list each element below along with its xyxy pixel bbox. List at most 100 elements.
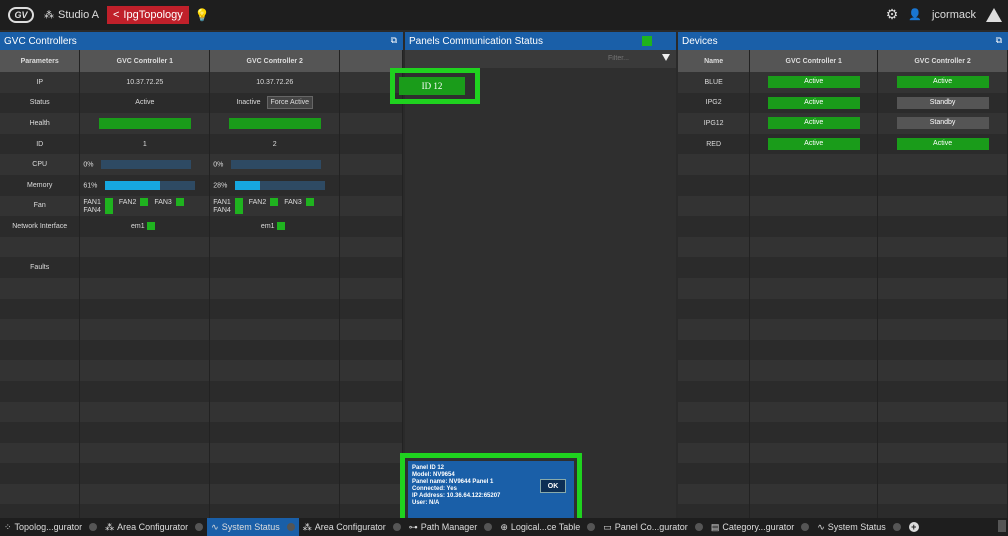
devices-panel: Devices ⧉ Name GVC Controller 1 GVC Cont… bbox=[678, 32, 1008, 526]
panels-comm-panel: Panels Communication Status ID 12 Panel … bbox=[390, 32, 676, 527]
fan-status-indicator bbox=[175, 197, 184, 206]
close-icon[interactable] bbox=[892, 523, 901, 531]
table-row bbox=[0, 483, 403, 505]
table-row bbox=[678, 277, 1008, 299]
fan-label: FAN4 bbox=[83, 206, 101, 214]
fan-status-indicator bbox=[270, 197, 279, 206]
table-row bbox=[678, 236, 1008, 258]
memory-value-controller-2: 28% bbox=[213, 182, 228, 190]
tab-category-configurator[interactable]: ▤ Category...gurator bbox=[707, 518, 813, 536]
popup-line: Panel ID 12 bbox=[412, 465, 445, 471]
ok-button[interactable]: OK bbox=[540, 479, 566, 493]
table-row bbox=[678, 422, 1008, 443]
user-icon: 👤 bbox=[908, 9, 922, 21]
fan-label: FAN1 bbox=[83, 198, 101, 206]
pulse-icon: ∿ bbox=[211, 521, 219, 532]
studio-selector[interactable]: ⁂ Studio A bbox=[44, 9, 99, 21]
close-icon[interactable] bbox=[801, 523, 810, 531]
device-name: BLUE bbox=[678, 72, 751, 93]
table-row bbox=[678, 339, 1008, 361]
status-badge: Active bbox=[896, 76, 989, 89]
status-badge: Active bbox=[767, 138, 860, 151]
tab-area-configurator[interactable]: ⁂ Area Configurator bbox=[101, 518, 207, 536]
popup-line: IP Address: 10.36.64.122:65207 bbox=[412, 493, 501, 499]
table-row bbox=[678, 360, 1008, 381]
table-row: IP 10.37.72.25 10.37.72.26 bbox=[0, 72, 403, 93]
devices-header: Devices ⧉ bbox=[678, 32, 1008, 50]
logical-icon: ⊕ bbox=[500, 521, 508, 532]
cpu-value-controller-2: 0% bbox=[213, 161, 224, 169]
studio-label: Studio A bbox=[58, 9, 99, 21]
close-icon[interactable] bbox=[195, 523, 204, 531]
lightbulb-icon[interactable]: 💡 bbox=[195, 8, 210, 22]
status-badge: Active bbox=[767, 76, 860, 89]
undock-icon[interactable]: ⧉ bbox=[391, 35, 397, 46]
tab-scroll-button[interactable] bbox=[998, 520, 1006, 532]
panels-comm-title: Panels Communication Status bbox=[409, 35, 543, 47]
table-row: Memory 61% 28% bbox=[0, 174, 403, 196]
row-label-fan: Fan bbox=[0, 195, 81, 217]
fans-controller-1: FAN1 FAN2 FAN3 FAN4 bbox=[79, 195, 211, 217]
status-controller-2: Inactive bbox=[236, 99, 261, 107]
table-row: ID 1 2 bbox=[0, 133, 403, 155]
devices-title: Devices bbox=[682, 35, 718, 47]
tab-area-configurator-2[interactable]: ⁂ Area Configurator bbox=[299, 518, 405, 536]
fan-label: FAN3 bbox=[284, 198, 302, 206]
topology-icon: < bbox=[112, 9, 120, 21]
close-icon[interactable] bbox=[89, 523, 98, 531]
fan-label: FAN4 bbox=[213, 206, 231, 214]
tab-panel-configurator[interactable]: ▭ Panel Co...gurator bbox=[599, 518, 707, 536]
close-icon[interactable] bbox=[587, 523, 596, 531]
tab-system-status[interactable]: ∿ System Status bbox=[207, 518, 299, 536]
cpu-meter-controller-1 bbox=[101, 160, 192, 170]
fan-status-indicator bbox=[234, 205, 243, 214]
topology-tag[interactable]: < IpgTopology bbox=[106, 6, 189, 24]
memory-meter-controller-1 bbox=[105, 180, 196, 190]
table-row: RED Active Active bbox=[678, 133, 1008, 155]
fan-label: FAN2 bbox=[118, 198, 137, 206]
user-name[interactable]: jcormack bbox=[932, 9, 976, 21]
tab-label: Area Configurator bbox=[314, 522, 386, 532]
popup-line: Model: NV9654 bbox=[412, 472, 455, 478]
force-active-button[interactable]: Force Active bbox=[266, 96, 314, 110]
tab-topology-configurator[interactable]: ⁘ Topolog...gurator bbox=[0, 518, 101, 536]
device-name: IPG12 bbox=[678, 113, 751, 134]
panel-icon: ▭ bbox=[603, 521, 612, 532]
filter-input[interactable] bbox=[578, 52, 658, 66]
close-icon[interactable] bbox=[694, 523, 703, 531]
gear-icon[interactable]: ⚙ bbox=[886, 6, 899, 23]
gvc-controllers-panel: GVC Controllers ⧉ Parameters GVC Control… bbox=[0, 32, 403, 526]
tab-system-status-2[interactable]: ∿ System Status bbox=[813, 518, 905, 536]
tab-label: Category...gurator bbox=[722, 522, 795, 532]
panel-id-12-tile[interactable]: ID 12 bbox=[399, 77, 465, 95]
net-iface-indicator bbox=[276, 222, 285, 231]
add-tab-icon[interactable]: + bbox=[908, 522, 919, 532]
table-row bbox=[0, 277, 403, 299]
undock-icon[interactable]: ⧉ bbox=[996, 35, 1002, 46]
table-row: Status Active Inactive Force Active bbox=[0, 92, 403, 114]
tab-path-manager[interactable]: ⊶ Path Manager bbox=[405, 518, 497, 536]
status-badge: Active bbox=[896, 138, 989, 151]
tab-logical-table[interactable]: ⊕ Logical...ce Table bbox=[496, 518, 599, 536]
fans-controller-2: FAN1 FAN2 FAN3 FAN4 bbox=[209, 195, 341, 217]
device-name: RED bbox=[678, 133, 751, 155]
tab-label: Panel Co...gurator bbox=[614, 522, 688, 532]
gv-logo[interactable]: GV bbox=[8, 7, 34, 23]
table-row: IPG2 Active Standby bbox=[678, 92, 1008, 114]
popup-line: User: N/A bbox=[412, 500, 440, 506]
header-controller-1: GVC Controller 1 bbox=[749, 50, 879, 72]
fan-status-indicator bbox=[140, 197, 149, 206]
id-controller-1: 1 bbox=[79, 133, 211, 155]
status-controller-1: Active bbox=[79, 92, 211, 114]
alarm-triangle-icon[interactable] bbox=[986, 7, 1002, 22]
close-icon[interactable] bbox=[484, 523, 493, 531]
filter-icon[interactable] bbox=[662, 54, 670, 61]
net-iface-controller-1: em1 bbox=[131, 223, 145, 231]
close-icon[interactable] bbox=[286, 523, 295, 531]
tab-label: System Status bbox=[221, 522, 280, 532]
table-row bbox=[678, 154, 1008, 175]
path-icon: ⊶ bbox=[408, 521, 418, 532]
table-row bbox=[0, 401, 403, 423]
row-label-memory: Memory bbox=[0, 174, 81, 196]
close-icon[interactable] bbox=[392, 523, 401, 531]
